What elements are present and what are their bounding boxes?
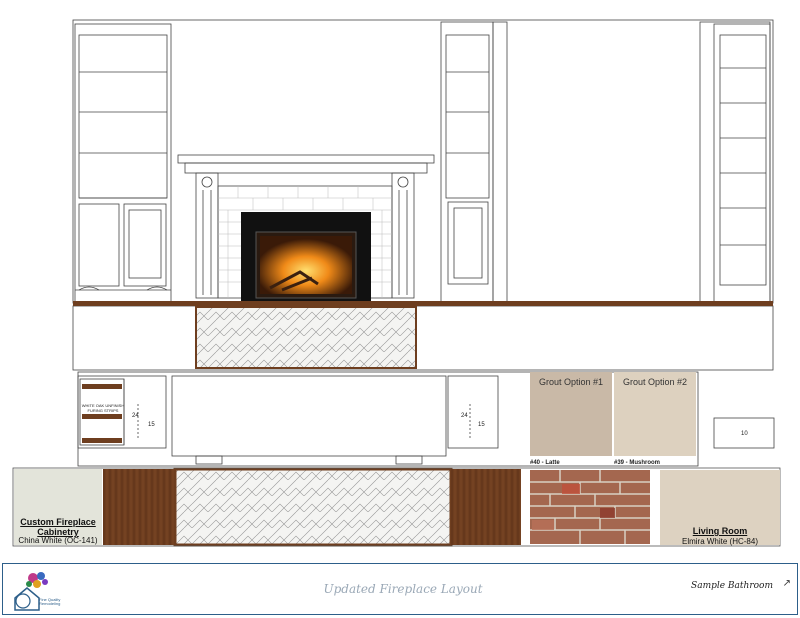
left-bookcase: [74, 23, 172, 303]
cabinetry-title: Custom Fireplace Cabinetry: [20, 517, 96, 537]
furring-strips-note: WHITE OAK UNFINISH FURING STRIPS: [81, 403, 125, 413]
logo-text: Fine Quality Remodeling: [39, 597, 61, 606]
left-depth-dimension: 15: [148, 422, 155, 428]
right-bookcase: [699, 21, 771, 303]
furring-strip-3: [82, 438, 122, 443]
hearth-herringbone-tile: [195, 306, 417, 369]
north-arrow-icon: ↗: [782, 578, 791, 589]
drawing-title: Updated Fireplace Layout: [323, 582, 483, 596]
project-name: Sample Bathroom: [691, 581, 773, 591]
title-block: Fine Quality Remodeling Updated Fireplac…: [2, 563, 798, 615]
cabinetry-color-name: China White (OC-141): [18, 536, 98, 545]
furring-strip-2: [82, 414, 122, 419]
right-height-dimension: 24: [461, 413, 468, 419]
hearth-front: [72, 305, 774, 371]
wood-floor-swatch-right: [451, 469, 521, 545]
grout-option-2-caption: #39 - Mushroom: [614, 460, 661, 466]
company-logo: Fine Quality Remodeling: [9, 568, 61, 612]
brick-swatch: [530, 470, 650, 544]
grout-option-2-title: Grout Option #2: [622, 377, 688, 387]
living-room-title: Living Room: [692, 526, 748, 536]
right-depth-dimension: 15: [478, 422, 485, 428]
grout-option-1-caption: #40 - Latte: [530, 460, 560, 466]
living-room-color-name: Elmira White (HC-84): [681, 537, 758, 546]
wood-ledge: [73, 301, 773, 306]
grout-option-1-title: Grout Option #1: [538, 377, 604, 387]
bench-height-dimension: 10: [741, 431, 748, 437]
left-height-dimension: 24: [132, 413, 139, 419]
center-bookcase: [440, 21, 508, 303]
herringbone-tile-swatch: [173, 467, 453, 547]
furring-strip-1: [82, 384, 122, 389]
wood-floor-swatch-left: [103, 469, 175, 545]
